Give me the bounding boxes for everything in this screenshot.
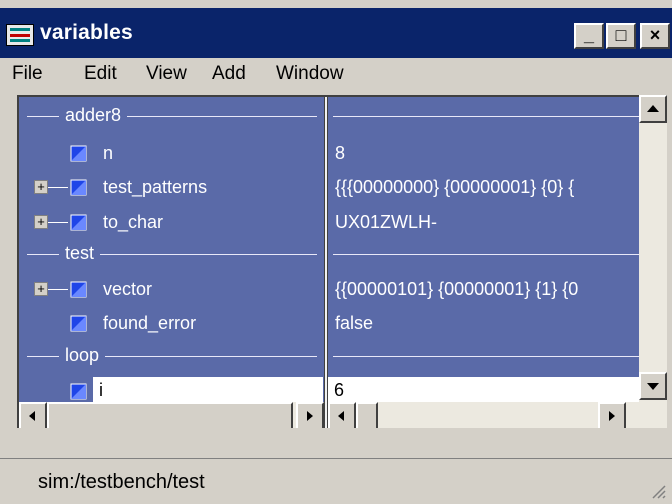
scroll-down-button[interactable]: [639, 372, 667, 400]
group-separator: [333, 116, 639, 117]
variable-name[interactable]: to_char: [103, 212, 163, 233]
variable-value[interactable]: UX01ZWLH-: [335, 212, 635, 233]
status-path: sim:/testbench/test: [38, 471, 205, 493]
variables-panel: adder8 n 8 + test_patterns {{{00000000} …: [17, 95, 639, 428]
left-arrow-icon: [338, 411, 344, 421]
variable-icon: [70, 179, 87, 196]
window-title: variables: [40, 21, 133, 44]
menu-bar: File Edit View Add Window: [0, 58, 672, 90]
group-label-loop: loop: [59, 345, 106, 366]
vertical-scrollbar[interactable]: [639, 95, 667, 428]
variable-name[interactable]: found_error: [103, 313, 196, 334]
resize-grip-icon[interactable]: [650, 483, 666, 499]
left-arrow-icon: [29, 411, 35, 421]
variable-icon: [70, 214, 87, 231]
variable-name[interactable]: vector: [103, 279, 152, 300]
menu-window[interactable]: Window: [276, 63, 344, 85]
app-icon: [6, 24, 34, 46]
scroll-left-button[interactable]: [19, 402, 47, 428]
variable-value[interactable]: {{{00000000} {00000001} {0} {: [335, 177, 639, 198]
variable-value[interactable]: {{00000101} {00000001} {1} {0: [335, 279, 639, 300]
variable-name: i: [99, 380, 103, 400]
menu-view[interactable]: View: [146, 63, 187, 85]
variable-name[interactable]: n: [103, 143, 113, 164]
variable-icon: [70, 315, 87, 332]
group-separator: [333, 356, 639, 357]
scroll-thumb[interactable]: [356, 402, 378, 428]
group-label-adder8: adder8: [59, 105, 128, 126]
scroll-up-button[interactable]: [639, 95, 667, 123]
maximize-icon: □: [615, 25, 627, 45]
variable-icon: [70, 281, 87, 298]
variable-name[interactable]: test_patterns: [103, 177, 207, 198]
scroll-left-button[interactable]: [328, 402, 356, 428]
variables-window: variables _ □ × File Edit View Add Windo…: [0, 0, 672, 504]
right-arrow-icon: [307, 411, 313, 421]
variable-value: 6: [334, 380, 345, 400]
variable-icon: [70, 383, 87, 400]
menu-file[interactable]: File: [12, 63, 43, 85]
close-icon: ×: [649, 25, 661, 45]
close-button[interactable]: ×: [640, 23, 670, 49]
menu-add[interactable]: Add: [212, 63, 246, 85]
variable-value[interactable]: 8: [335, 143, 635, 164]
expand-toggle-icon[interactable]: +: [34, 180, 48, 194]
variable-icon: [70, 145, 87, 162]
value-hscrollbar[interactable]: [328, 402, 639, 428]
up-arrow-icon: [647, 105, 659, 112]
status-bar: sim:/testbench/test: [0, 458, 672, 504]
variable-value[interactable]: false: [335, 313, 635, 334]
expand-toggle-icon[interactable]: +: [34, 282, 48, 296]
scroll-thumb[interactable]: [47, 402, 293, 428]
down-arrow-icon: [647, 383, 659, 390]
menu-edit[interactable]: Edit: [84, 63, 117, 85]
expand-toggle-icon[interactable]: +: [34, 215, 48, 229]
right-arrow-icon: [609, 411, 615, 421]
minimize-button[interactable]: _: [574, 23, 604, 49]
maximize-button[interactable]: □: [606, 23, 636, 49]
scroll-right-button[interactable]: [296, 402, 324, 428]
title-bar[interactable]: variables _ □ ×: [0, 8, 672, 58]
scroll-right-button[interactable]: [598, 402, 626, 428]
tree-connector: [48, 222, 68, 223]
tree-connector: [48, 187, 68, 188]
minimize-icon: _: [583, 25, 594, 45]
column-divider[interactable]: [324, 97, 328, 428]
group-separator: [333, 254, 639, 255]
tree-connector: [48, 289, 68, 290]
name-hscrollbar[interactable]: [19, 402, 324, 428]
group-label-test: test: [59, 243, 101, 264]
